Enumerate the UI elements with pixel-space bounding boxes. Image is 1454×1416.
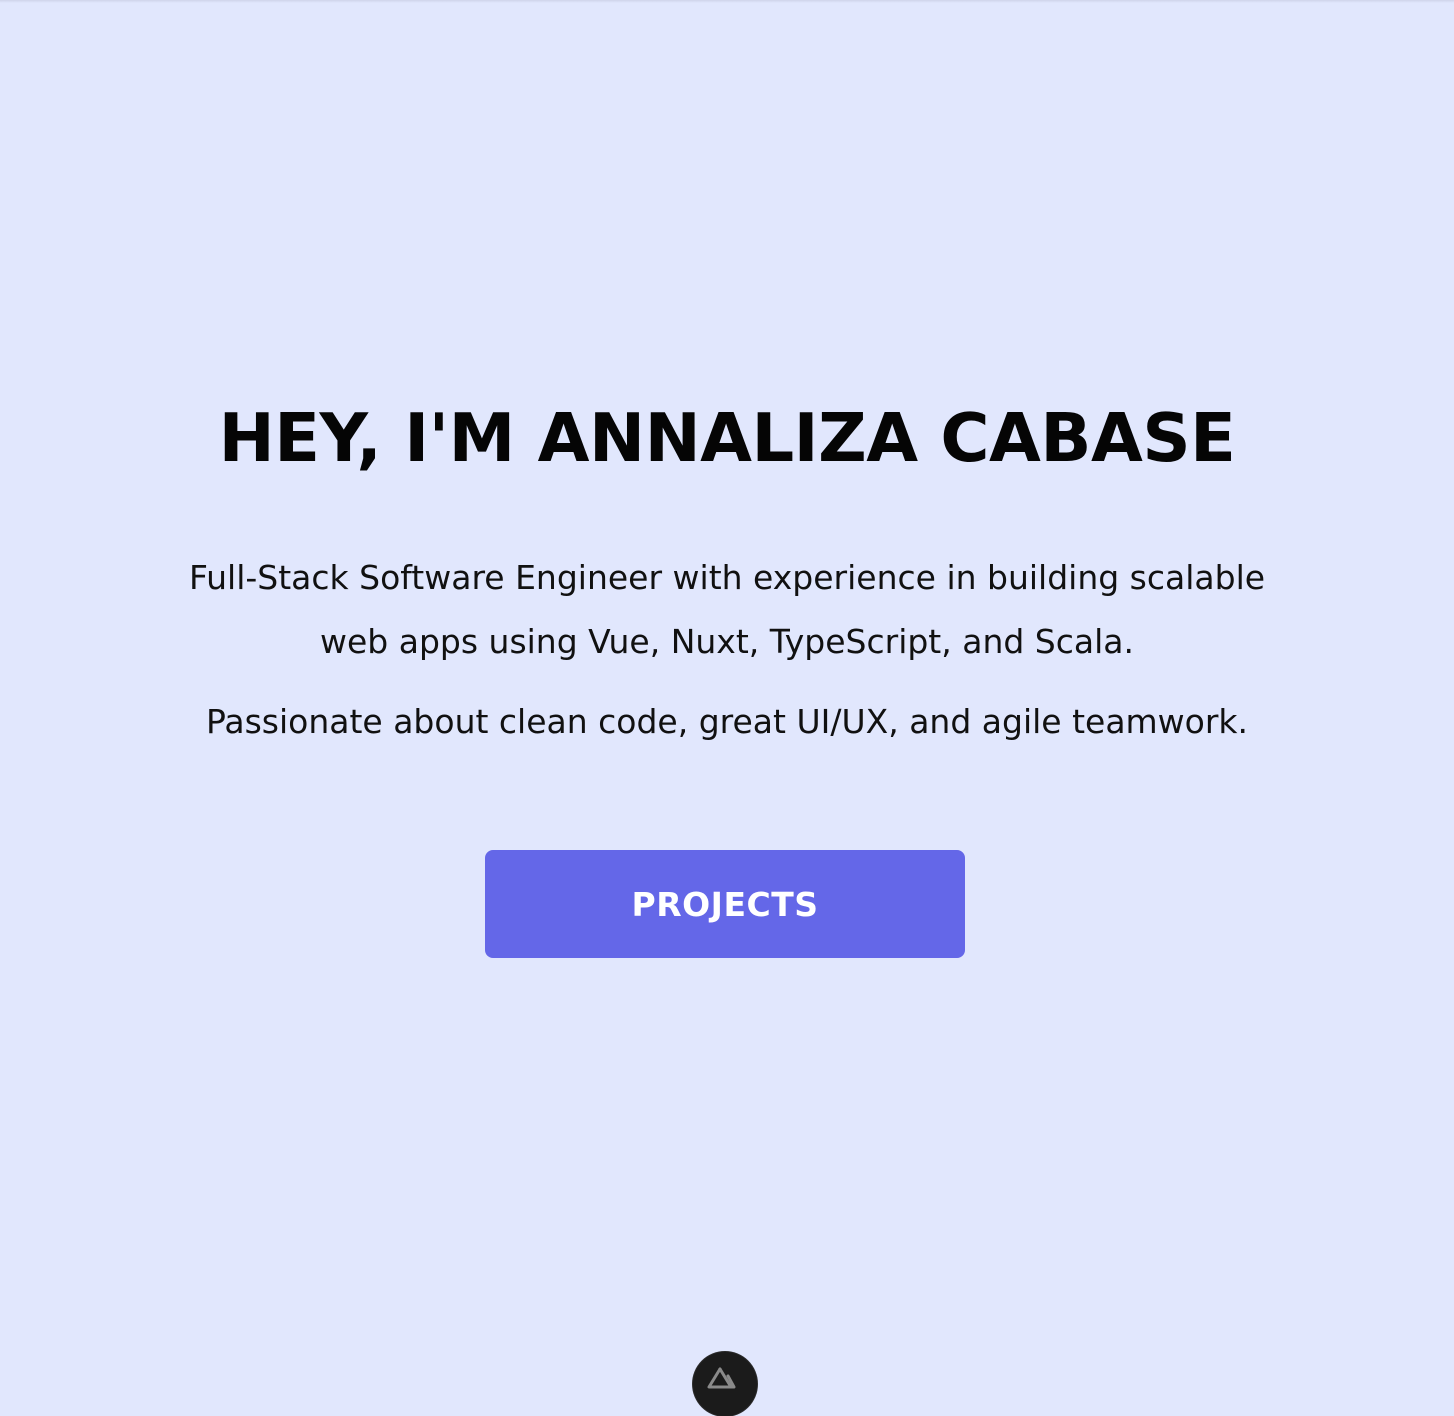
- intro-text: Full-Stack Software Engineer with experi…: [188, 558, 1266, 661]
- header-shadow: [0, 0, 1454, 3]
- nuxt-logo-icon: [707, 1367, 736, 1389]
- nuxt-devtools-button[interactable]: [693, 1352, 757, 1416]
- page-title: HEY, I'M ANNALIZA CABASE: [218, 399, 1236, 477]
- projects-button[interactable]: PROJECTS: [485, 850, 965, 958]
- tagline-text: Passionate about clean code, great UI/UX…: [205, 702, 1249, 741]
